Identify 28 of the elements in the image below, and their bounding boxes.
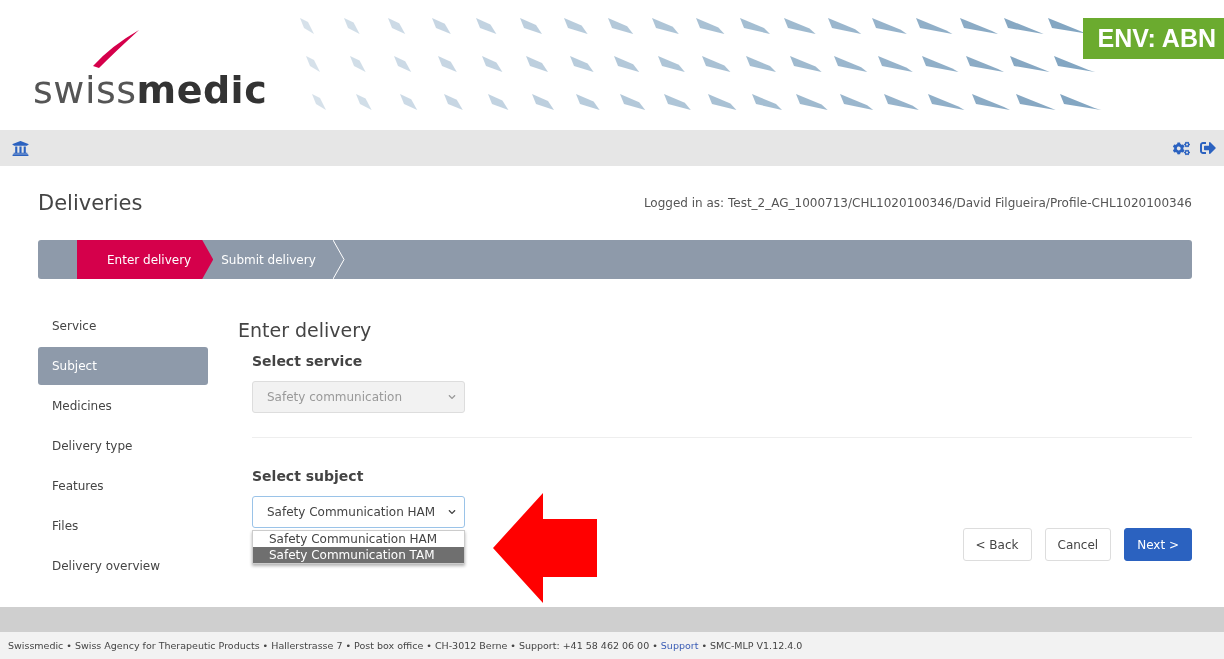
settings-icon[interactable] — [1173, 139, 1190, 157]
footer-text: Swissmedic • Swiss Agency for Therapeutic Products • Hallerstrasse 7 • Post box office • CH-3012 Berne • Support: +41 58 462 06 00 • Support • SMC-MLP V1.12.4.0 — [0, 632, 1224, 659]
form-title: Enter delivery — [238, 319, 373, 341]
sidebar-item[interactable]: Delivery overview — [38, 547, 208, 585]
logout-icon[interactable] — [1200, 140, 1216, 156]
dropdown-option[interactable]: Safety Communication TAM — [253, 547, 464, 563]
sidebar-item[interactable]: Features — [38, 467, 208, 505]
page-title: Deliveries — [38, 191, 143, 215]
sidebar-item[interactable]: Files — [38, 507, 208, 545]
sidebar-item[interactable]: Delivery type — [38, 427, 208, 465]
support-link[interactable]: Support — [660, 640, 699, 651]
subject-select[interactable]: Safety Communication HAM — [252, 496, 465, 528]
field-label: Select service — [252, 353, 364, 369]
nav-button[interactable]: Cancel — [1044, 528, 1112, 561]
environment-badge: ENV: ABN — [1083, 18, 1224, 59]
field-label: Select subject — [252, 468, 365, 484]
nav-button[interactable]: < Back — [962, 528, 1032, 561]
logged-in-text: Logged in as: Test_2_AG_1000713/CHL1020100346/David Filgueira/Profile-CHL1020100346 — [643, 196, 1192, 210]
swissmedic-logo: swissmedic — [33, 68, 268, 112]
sidebar-item[interactable]: Medicines — [38, 387, 208, 425]
home-icon[interactable] — [12, 139, 29, 157]
dropdown-option[interactable]: Safety Communication HAM — [253, 531, 464, 547]
chevron-separator-icon — [332, 240, 345, 279]
sidebar-item[interactable]: Service — [38, 307, 208, 345]
step-tab[interactable]: Enter delivery — [77, 240, 214, 279]
chevron-icon — [448, 508, 456, 516]
next-button[interactable]: Next > — [1124, 528, 1192, 561]
chevron-icon — [448, 393, 456, 401]
